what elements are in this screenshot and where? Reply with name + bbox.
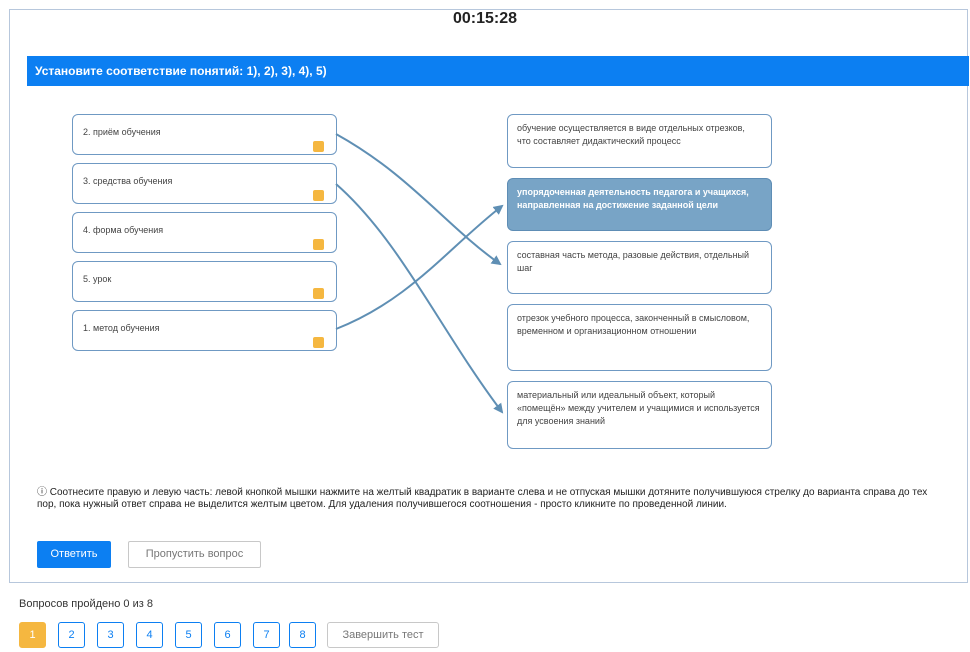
right-item-label: отрезок учебного процесса, законченный в… <box>517 313 750 336</box>
page-button-3[interactable]: 3 <box>97 622 124 648</box>
progress-status: Вопросов пройдено 0 из 8 <box>19 598 153 610</box>
right-item-label: упорядоченная деятельность педагога и уч… <box>517 187 749 210</box>
page-button-2[interactable]: 2 <box>58 622 85 648</box>
right-item-label: материальный или идеальный объект, котор… <box>517 390 760 426</box>
right-item-label: составная часть метода, разовые действия… <box>517 250 750 273</box>
yellow-handle-icon[interactable] <box>313 190 324 201</box>
left-item-label: 5. урок <box>83 274 112 284</box>
yellow-handle-icon[interactable] <box>313 288 324 299</box>
page-button-7[interactable]: 7 <box>253 622 280 648</box>
timer: 00:15:28 <box>452 10 518 27</box>
yellow-handle-icon[interactable] <box>313 141 324 152</box>
skip-question-button[interactable]: Пропустить вопрос <box>128 541 261 568</box>
left-item-label: 2. приём обучения <box>83 127 161 137</box>
left-item-label: 3. средства обучения <box>83 176 173 186</box>
right-item-1[interactable]: обучение осуществляется в виде отдельных… <box>507 114 772 168</box>
left-item-label: 1. метод обучения <box>83 323 160 333</box>
page-button-5[interactable]: 5 <box>175 622 202 648</box>
page-button-4[interactable]: 4 <box>136 622 163 648</box>
yellow-handle-icon[interactable] <box>313 337 324 348</box>
finish-test-button[interactable]: Завершить тест <box>327 622 439 648</box>
left-item-3[interactable]: 3. средства обучения <box>72 163 337 204</box>
left-item-4[interactable]: 4. форма обучения <box>72 212 337 253</box>
right-item-3[interactable]: составная часть метода, разовые действия… <box>507 241 772 294</box>
answer-button[interactable]: Ответить <box>37 541 111 568</box>
left-item-5[interactable]: 5. урок <box>72 261 337 302</box>
page-button-6[interactable]: 6 <box>214 622 241 648</box>
right-item-label: обучение осуществляется в виде отдельных… <box>517 123 745 146</box>
question-title: Установите соответствие понятий: 1), 2),… <box>27 56 969 86</box>
yellow-handle-icon[interactable] <box>313 239 324 250</box>
page-button-1[interactable]: 1 <box>19 622 46 648</box>
right-item-5[interactable]: материальный или идеальный объект, котор… <box>507 381 772 449</box>
right-item-2-selected[interactable]: упорядоченная деятельность педагога и уч… <box>507 178 772 231</box>
right-item-4[interactable]: отрезок учебного процесса, законченный в… <box>507 304 772 371</box>
page-button-8[interactable]: 8 <box>289 622 316 648</box>
left-item-label: 4. форма обучения <box>83 225 164 235</box>
left-item-1[interactable]: 1. метод обучения <box>72 310 337 351</box>
instruction-hint: ⓘ Соотнесите правую и левую часть: левой… <box>37 487 928 510</box>
left-item-2[interactable]: 2. приём обучения <box>72 114 337 155</box>
